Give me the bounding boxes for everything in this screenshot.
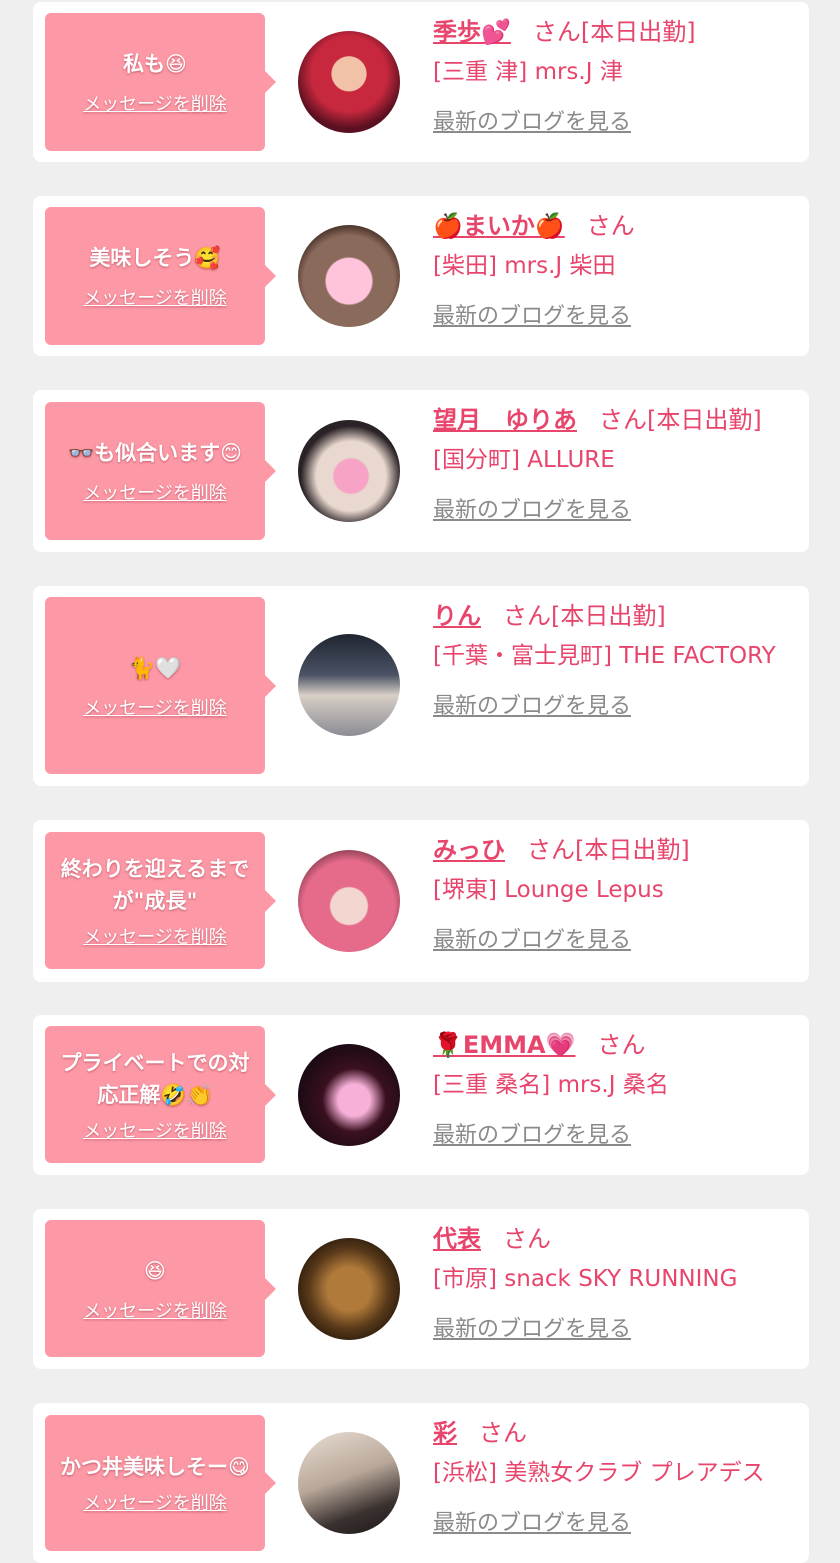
delete-message-link[interactable]: メッセージを削除 [83,1297,227,1323]
honorific-status: さん [479,1419,527,1447]
message-text: 美味しそう🥰 [89,246,221,270]
name-line: 🌹EMMA💗 さん [433,1029,798,1061]
cast-info: 🍎まいか🍎 さん [柴田] mrs.J 柴田 最新のブログを見る [433,210,798,330]
latest-blog-link[interactable]: 最新のブログを見る [433,1311,798,1343]
cast-name-link[interactable]: 代表 [433,1225,481,1253]
delete-message-link[interactable]: メッセージを削除 [83,90,227,116]
message-bubble: 👓も似合います😊 メッセージを削除 [45,402,276,540]
avatar[interactable] [298,1432,400,1534]
name-line: 季歩💕 さん[本日出勤] [433,16,798,48]
cast-info: みっひ さん[本日出勤] [堺東] Lounge Lepus 最新のブログを見る [433,834,798,954]
name-line: みっひ さん[本日出勤] [433,834,798,866]
message-bubble: かつ丼美味しそー😋 メッセージを削除 [45,1415,276,1551]
cast-name-link[interactable]: りん [433,602,481,630]
message-card: 😆 メッセージを削除 代表 さん [市原] snack SKY RUNNING 最… [33,1209,809,1369]
avatar[interactable] [298,1044,400,1146]
message-card: 美味しそう🥰 メッセージを削除 🍎まいか🍎 さん [柴田] mrs.J 柴田 最新… [33,196,809,356]
message-bubble: 😆 メッセージを削除 [45,1220,276,1357]
avatar[interactable] [298,634,400,736]
message-text: 👓も似合います😊 [67,441,243,465]
delete-message-link[interactable]: メッセージを削除 [83,479,227,505]
honorific-status: さん [586,212,635,240]
shop-info: [浜松] 美熟女クラブ プレアデス [433,1460,765,1486]
cast-name-link[interactable]: 🍎まいか🍎 [433,212,565,240]
message-card: かつ丼美味しそー😋 メッセージを削除 彩さん [浜松] 美熟女クラブ プレアデス… [33,1403,809,1563]
honorific-status: さん[本日出勤] [599,406,762,434]
message-bubble: 私も😆 メッセージを削除 [45,13,276,151]
name-line: 🍎まいか🍎 さん [433,210,798,242]
shop-info: [柴田] mrs.J 柴田 [433,253,616,279]
message-card: プライベートでの対応正解🤣👏 メッセージを削除 🌹EMMA💗 さん [三重 桑名]… [33,1015,809,1175]
delete-message-link[interactable]: メッセージを削除 [83,694,227,720]
honorific-status: さん [597,1031,646,1059]
latest-blog-link[interactable]: 最新のブログを見る [433,1505,798,1537]
avatar[interactable] [298,31,400,133]
shop-info: [国分町] ALLURE [433,447,615,473]
message-card: 終わりを迎えるまでが"成長" メッセージを削除 みっひ さん[本日出勤] [堺東]… [33,820,809,982]
honorific-status: さん[本日出勤] [503,602,666,630]
avatar[interactable] [298,1238,400,1340]
message-bubble: 🐈🤍 メッセージを削除 [45,597,276,774]
avatar[interactable] [298,420,400,522]
latest-blog-link[interactable]: 最新のブログを見る [433,104,798,136]
message-bubble: 終わりを迎えるまでが"成長" メッセージを削除 [45,832,276,969]
name-line: りん さん[本日出勤] [433,600,798,632]
message-text: 終わりを迎えるまでが"成長" [60,856,250,913]
shop-info: [三重 桑名] mrs.J 桑名 [433,1072,669,1098]
message-card: 私も😆 メッセージを削除 季歩💕 さん[本日出勤] [三重 津] mrs.J 津 … [33,2,809,162]
message-bubble: プライベートでの対応正解🤣👏 メッセージを削除 [45,1026,276,1163]
name-line: 彩さん [433,1417,798,1449]
message-text: かつ丼美味しそー😋 [60,1455,250,1479]
delete-message-link[interactable]: メッセージを削除 [83,1489,227,1515]
cast-info: りん さん[本日出勤] [千葉・富士見町] THE FACTORY 最新のブログを… [433,600,798,720]
latest-blog-link[interactable]: 最新のブログを見る [433,1117,798,1149]
latest-blog-link[interactable]: 最新のブログを見る [433,298,798,330]
latest-blog-link[interactable]: 最新のブログを見る [433,688,798,720]
cast-name-link[interactable]: 彩 [433,1419,457,1447]
message-text: 私も😆 [123,52,187,76]
cast-name-link[interactable]: みっひ [433,836,505,864]
avatar[interactable] [298,850,400,952]
honorific-status: さん[本日出勤] [527,836,690,864]
shop-info: [千葉・富士見町] THE FACTORY [433,643,776,669]
message-card: 🐈🤍 メッセージを削除 りん さん[本日出勤] [千葉・富士見町] THE FAC… [33,586,809,786]
shop-info: [三重 津] mrs.J 津 [433,59,623,85]
cast-info: 彩さん [浜松] 美熟女クラブ プレアデス 最新のブログを見る [433,1417,798,1537]
honorific-status: さん [503,1225,551,1253]
cast-name-link[interactable]: 🌹EMMA💗 [433,1031,576,1059]
latest-blog-link[interactable]: 最新のブログを見る [433,922,798,954]
message-card: 👓も似合います😊 メッセージを削除 望月 ゆりあ さん[本日出勤] [国分町] A… [33,390,809,552]
delete-message-link[interactable]: メッセージを削除 [83,923,227,949]
shop-info: [堺東] Lounge Lepus [433,877,664,903]
cast-info: 季歩💕 さん[本日出勤] [三重 津] mrs.J 津 最新のブログを見る [433,16,798,136]
message-text: 😆 [144,1258,166,1283]
name-line: 望月 ゆりあ さん[本日出勤] [433,404,798,436]
delete-message-link[interactable]: メッセージを削除 [83,1117,227,1143]
delete-message-link[interactable]: メッセージを削除 [83,284,227,310]
cast-info: 🌹EMMA💗 さん [三重 桑名] mrs.J 桑名 最新のブログを見る [433,1029,798,1149]
message-text: プライベートでの対応正解🤣👏 [60,1050,250,1107]
cast-info: 代表 さん [市原] snack SKY RUNNING 最新のブログを見る [433,1223,798,1343]
latest-blog-link[interactable]: 最新のブログを見る [433,492,798,524]
cast-info: 望月 ゆりあ さん[本日出勤] [国分町] ALLURE 最新のブログを見る [433,404,798,524]
shop-info: [市原] snack SKY RUNNING [433,1266,738,1292]
name-line: 代表 さん [433,1223,798,1255]
cast-name-link[interactable]: 季歩💕 [433,18,511,46]
message-bubble: 美味しそう🥰 メッセージを削除 [45,207,276,345]
message-text: 🐈🤍 [128,655,182,680]
honorific-status: さん[本日出勤] [532,18,696,46]
cast-name-link[interactable]: 望月 ゆりあ [433,406,577,434]
avatar[interactable] [298,225,400,327]
